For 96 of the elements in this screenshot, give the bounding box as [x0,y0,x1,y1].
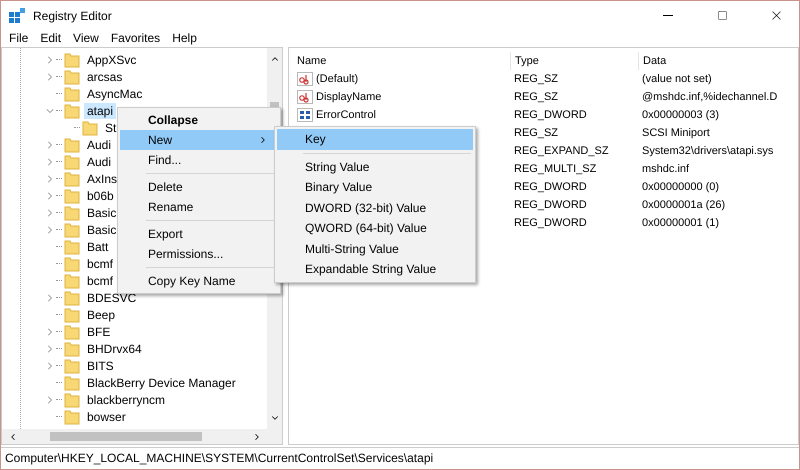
menu-item[interactable]: File [3,30,34,47]
context-menu-item[interactable]: Export [120,224,278,244]
value-type: REG_MULTI_SZ [514,162,596,177]
value-type: REG_SZ [514,126,558,141]
folder-icon [64,290,80,306]
tree-item[interactable]: BHDrvx64 [84,340,145,356]
folder-icon [64,324,80,340]
tree-item[interactable]: BlackBerry Device Manager [84,374,239,390]
menu-item[interactable]: Favorites [104,30,166,47]
value-data: 0x0000001a (26) [642,198,726,213]
column-header[interactable]: Data [638,52,798,70]
folder-icon [64,68,80,84]
tree-item[interactable]: BDESVC [84,290,140,306]
folder-icon [64,340,80,356]
menu-item[interactable]: Help [166,30,203,47]
tree-item[interactable]: bcmf [84,272,116,288]
value-data: SCSI Miniport [642,126,710,141]
folder-icon [64,374,80,390]
binary-value-icon [297,108,313,122]
registry-app-icon [9,8,25,24]
column-header[interactable]: Name [295,52,510,70]
submenu-item[interactable]: String Value [277,156,473,177]
context-menu-item[interactable]: Find... [120,150,278,170]
folder-icon [64,154,80,170]
value-data: mshdc.inf [642,162,690,177]
folder-icon [64,222,80,238]
tree-item[interactable]: BFE [84,324,114,340]
minimize-icon [663,15,673,16]
tree-item[interactable]: AxIns [84,170,120,186]
value-data: @mshdc.inf,%idechannel.D [642,90,778,105]
submenu-item[interactable]: Key [277,129,473,150]
context-menu-item[interactable]: Collapse [120,110,278,130]
submenu-item[interactable]: Binary Value [277,177,473,198]
scroll-thumb[interactable] [50,432,202,441]
folder-icon [64,52,80,68]
folder-icon [64,188,80,204]
tree-item[interactable]: Basic [84,204,120,220]
submenu-item[interactable]: DWORD (32-bit) Value [277,198,473,218]
value-type: REG_DWORD [514,216,587,231]
value-data: System32\drivers\atapi.sys [642,144,774,159]
tree-item[interactable]: Audi [84,136,114,152]
tree-item[interactable]: bcmf [84,256,116,272]
tree-item[interactable]: Audi [84,154,114,170]
folder-icon [64,204,80,220]
value-type: REG_SZ [514,90,558,105]
column-header[interactable]: Type [510,52,638,70]
tree-item[interactable]: atapi [84,102,116,118]
tree-item[interactable]: bowser [84,408,129,424]
folder-icon [64,392,80,408]
context-menu-item[interactable]: Delete [120,177,278,197]
value-type: REG_EXPAND_SZ [514,144,609,159]
value-data: 0x00000001 (1) [642,216,720,231]
folder-icon [64,358,80,374]
string-value-icon [297,90,313,104]
string-value-icon [297,72,313,86]
value-data: (value not set) [642,72,712,87]
context-menu-item[interactable]: Rename [120,197,278,217]
value-type: REG_SZ [514,72,558,87]
submenu-item[interactable]: Multi-String Value [277,238,473,259]
window-title: Registry Editor [33,8,113,22]
value-data: 0x00000000 (0) [642,180,720,195]
value-name: DisplayName [316,90,382,105]
menu-item[interactable]: Edit [34,30,68,47]
menu-item[interactable]: View [67,30,105,47]
tree-item[interactable]: AppXSvc [84,52,140,68]
folder-icon [64,256,80,272]
value-name: (Default) [316,72,358,87]
key-path: Computer\HKEY_LOCAL_MACHINE\SYSTEM\CurrentControlSet\Services\atapi [5,451,434,465]
tree-item[interactable]: b06b [84,188,117,204]
folder-icon [64,136,80,152]
submenu-item[interactable]: QWORD (64-bit) Value [277,218,473,238]
context-menu-item[interactable]: Copy Key Name [120,271,278,291]
maximize-icon [716,10,728,21]
tree-item[interactable]: blackberryncm [84,392,168,408]
folder-icon [64,238,80,254]
folder-icon [64,272,80,288]
folder-icon [64,408,80,424]
tree-item[interactable]: BITS [84,358,117,374]
value-type: REG_DWORD [514,180,587,195]
value-data: 0x00000003 (3) [642,108,720,123]
value-type: REG_DWORD [514,108,587,123]
submenu-item[interactable]: Expandable String Value [277,259,473,280]
value-name: ErrorControl [316,108,376,123]
folder-icon [64,170,80,186]
tree-item[interactable]: AsyncMac [84,86,146,102]
context-menu-item[interactable]: Permissions... [120,244,278,264]
folder-icon [64,306,80,322]
folder-icon [64,102,80,118]
tree-item[interactable]: Basic [84,222,120,238]
tree-item[interactable]: St [102,120,120,136]
tree-item[interactable]: Batt [84,238,112,254]
folder-icon [64,86,80,102]
tree-item[interactable]: Beep [84,306,118,322]
value-type: REG_DWORD [514,198,587,213]
horizontal-scrollbar[interactable] [2,429,282,444]
tree-item[interactable]: arcsas [84,68,126,84]
